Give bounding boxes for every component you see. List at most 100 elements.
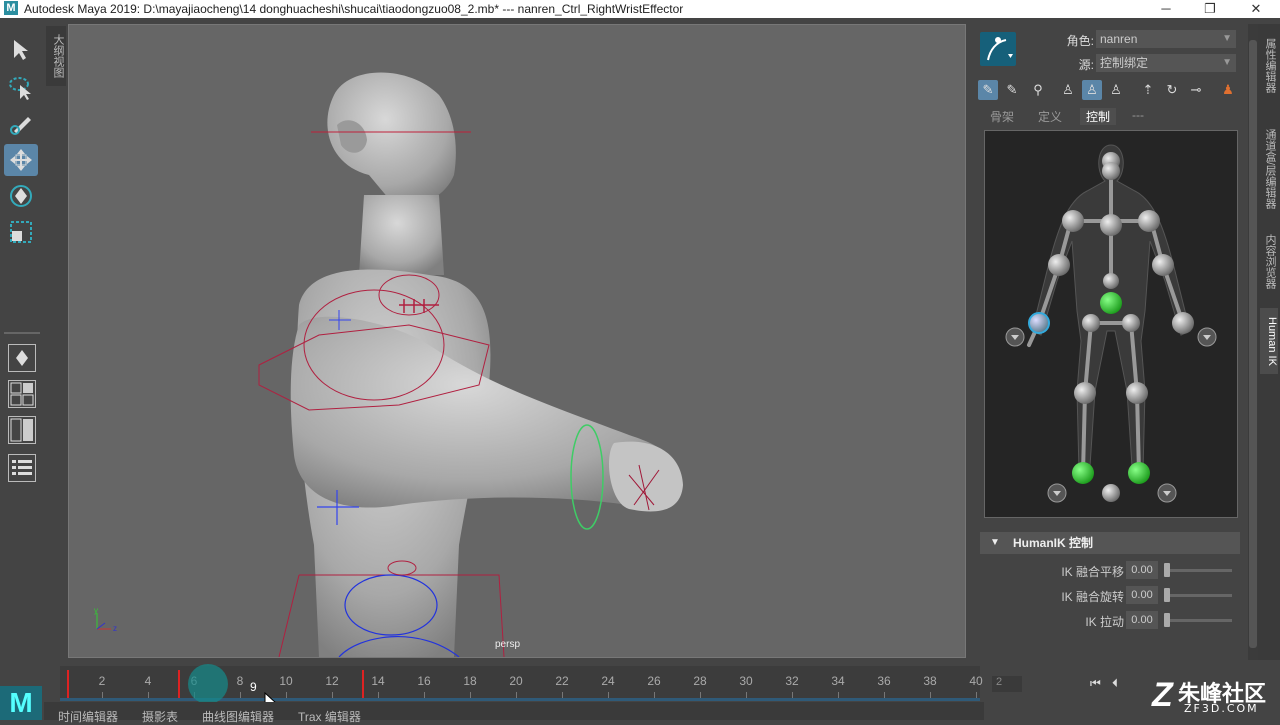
go-to-start-icon[interactable]: ⏮	[1090, 676, 1108, 692]
ik-pull-slider[interactable]	[1164, 613, 1170, 627]
humanik-controls-header[interactable]: ▼ HumanIK 控制	[980, 532, 1240, 554]
timeline-tick-label: 38	[923, 674, 937, 688]
timeline-tick-label: 2	[98, 674, 106, 688]
watermark-sub: ZF3D.COM	[1184, 702, 1259, 715]
tab-graph-editor[interactable]: 曲线图编辑器	[202, 708, 274, 725]
tab-controls[interactable]: 控制	[1080, 108, 1117, 125]
current-frame-field[interactable]: 2	[992, 676, 1022, 692]
restore-button[interactable]: ❐	[1190, 0, 1230, 18]
humanik-toolbar: ✎ ✎ ⚲ ♙ ♙ ♙ ⇡ ↻ ⊸ ♟	[976, 78, 1238, 102]
tab-human-ik[interactable]: Human IK	[1260, 308, 1278, 374]
source-label: 源:	[1078, 58, 1094, 72]
timeline-tick-label: 26	[647, 674, 661, 688]
timeline-tick	[470, 692, 471, 698]
source-dropdown[interactable]: 控制绑定 ▼	[1096, 54, 1236, 72]
tab-attribute-editor[interactable]: 属性编辑器	[1260, 32, 1278, 98]
timeline-tick-label: 12	[325, 674, 339, 688]
panel-scrollbar-thumb[interactable]	[1249, 40, 1257, 648]
keyframe-marker[interactable]	[178, 670, 180, 698]
maya-logo-icon: M	[0, 686, 42, 720]
ik-blend-translation-label: IK 融合平移	[1061, 565, 1124, 579]
rotate-tool-icon[interactable]	[4, 180, 38, 212]
camera-label: persp	[495, 639, 521, 650]
tab-more[interactable]: ---	[1132, 108, 1144, 122]
ik-blend-rotation-label: IK 融合旋转	[1061, 590, 1124, 604]
ik-blend-translation-field[interactable]: 0.00	[1126, 561, 1158, 579]
close-button[interactable]: ✕	[1236, 0, 1276, 18]
stance-pose-icon[interactable]: ♟	[1218, 80, 1238, 100]
timeline-tick-label: 36	[877, 674, 891, 688]
toolbox	[0, 18, 44, 658]
step-back-icon[interactable]: ⏴	[1112, 676, 1130, 692]
timeline-tick-label: 4	[144, 674, 152, 688]
character-value: nanren	[1100, 32, 1138, 46]
outliner-layout-icon[interactable]	[8, 454, 36, 482]
timeline-tick	[700, 692, 701, 698]
watermark: Z 朱峰社区 ZF3D.COM	[1150, 672, 1280, 720]
current-frame-marker[interactable]	[188, 664, 228, 704]
timeline-tick-label: 8	[236, 674, 244, 688]
four-view-layout-icon[interactable]	[8, 380, 36, 408]
timeline-tick-label: 14	[371, 674, 385, 688]
keyframe-marker[interactable]	[362, 670, 364, 698]
tab-skeleton[interactable]: 骨架	[990, 108, 1014, 125]
pin-translation-icon[interactable]: ⇡	[1138, 80, 1158, 100]
side-tab-strip: 属性编辑器 通道盒/层编辑器 内容浏览器 Human IK	[1258, 24, 1280, 660]
body-part-icon[interactable]: ♙	[1058, 80, 1078, 100]
tab-content-browser[interactable]: 内容浏览器	[1260, 228, 1278, 294]
full-body-icon[interactable]: ♙	[1082, 80, 1102, 100]
character-control-view[interactable]	[984, 130, 1238, 518]
ik-blend-rotation-slider[interactable]	[1164, 588, 1170, 602]
lasso-tool-icon[interactable]	[4, 72, 38, 104]
keyframe-marker[interactable]	[67, 670, 69, 698]
timeline-tick-label: 10	[279, 674, 293, 688]
ik-pull-field[interactable]: 0.00	[1126, 611, 1158, 629]
move-tool-icon[interactable]	[4, 144, 38, 176]
tab-trax-editor[interactable]: Trax 编辑器	[298, 708, 361, 725]
ik-pull-row: IK 拉动 0.00	[980, 610, 1240, 630]
tab-time-editor[interactable]: 时间编辑器	[58, 708, 118, 725]
timeline-tick	[884, 692, 885, 698]
time-slider[interactable]: 246810121416182022242628303234363840	[44, 662, 984, 702]
pin-none-icon[interactable]: ⊸	[1186, 80, 1206, 100]
ik-blend-rotation-track[interactable]	[1166, 594, 1232, 597]
character-dropdown[interactable]: nanren ▼	[1096, 30, 1236, 48]
minimize-button[interactable]: ─	[1146, 0, 1186, 18]
selection-icon[interactable]: ♙	[1106, 80, 1126, 100]
paint-select-tool-icon[interactable]	[4, 108, 38, 140]
select-effector-icon[interactable]: ✎	[978, 80, 998, 100]
panel-scrollbar[interactable]	[1248, 24, 1258, 660]
timeline-tick-label: 24	[601, 674, 615, 688]
tab-dope-sheet[interactable]: 摄影表	[142, 708, 178, 725]
humanik-logo-icon[interactable]	[980, 32, 1016, 66]
timeline-tick-label: 34	[831, 674, 845, 688]
maya-logo-icon: M	[4, 1, 18, 15]
viewport-persp[interactable]: y z persp	[68, 24, 966, 658]
watermark-logo-icon: Z	[1152, 676, 1173, 714]
timeline-tick-label: 28	[693, 674, 707, 688]
timeline-tick	[102, 692, 103, 698]
timeline-tick	[286, 692, 287, 698]
ik-blend-translation-track[interactable]	[1166, 569, 1232, 572]
pin-rotation-icon[interactable]: ↻	[1162, 80, 1182, 100]
timeline-tick	[746, 692, 747, 698]
tab-channel-box[interactable]: 通道盒/层编辑器	[1260, 114, 1278, 224]
tab-definition[interactable]: 定义	[1038, 108, 1062, 125]
ik-blend-rotation-field[interactable]: 0.00	[1126, 586, 1158, 604]
skeleton-icon[interactable]: ⚲	[1028, 80, 1048, 100]
outliner-tab[interactable]: 大纲视图	[46, 26, 66, 86]
ik-pull-track[interactable]	[1166, 619, 1232, 622]
timeline-tick-label: 32	[785, 674, 799, 688]
pin-icon[interactable]: ✎	[1002, 80, 1022, 100]
two-view-layout-icon[interactable]	[8, 416, 36, 444]
axis-y-label: y	[94, 606, 98, 615]
ik-blend-translation-slider[interactable]	[1164, 563, 1170, 577]
scale-tool-icon[interactable]	[4, 216, 38, 248]
timeline-tick	[148, 692, 149, 698]
timeline-tick	[976, 692, 977, 698]
select-tool-icon[interactable]	[4, 34, 38, 66]
timeline-tick-label: 16	[417, 674, 431, 688]
title-bar: M Autodesk Maya 2019: D:\mayajiaocheng\1…	[0, 0, 1280, 18]
timeline-tick-label: 30	[739, 674, 753, 688]
single-view-layout-icon[interactable]	[8, 344, 36, 372]
